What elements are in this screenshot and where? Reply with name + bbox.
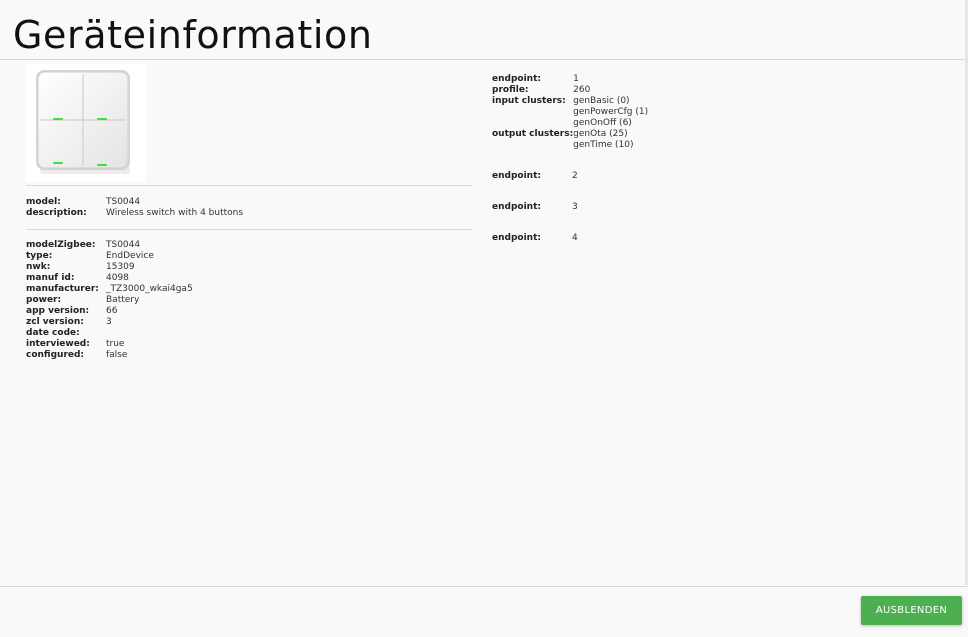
- endpoint-2-table: endpoint: 2: [492, 171, 578, 182]
- table-row: zcl version: 3: [26, 317, 193, 328]
- endpoint-value: 4: [572, 233, 578, 243]
- table-row: manufacturer: _TZ3000_wkai4ga5: [26, 284, 193, 295]
- divider: [26, 185, 472, 186]
- info-key: configured:: [26, 350, 85, 360]
- endpoint-3-table: endpoint: 3: [492, 202, 578, 213]
- endpoint-label: endpoint:: [492, 233, 541, 243]
- model-label: model:: [26, 197, 61, 207]
- endpoint-4-table: endpoint: 4: [492, 233, 578, 244]
- output-cluster: genOta (25): [573, 129, 628, 139]
- endpoint-value: 3: [572, 202, 578, 212]
- input-cluster: genPowerCfg (1): [573, 107, 649, 117]
- four-button-switch-image: [36, 70, 130, 174]
- info-key: app version:: [26, 306, 90, 316]
- table-row: interviewed: true: [26, 339, 193, 350]
- table-row: endpoint: 1: [492, 74, 648, 85]
- table-row: profile: 260: [492, 85, 648, 96]
- info-value: Battery: [106, 295, 140, 305]
- dialog-footer: AUSBLENDEN: [0, 586, 968, 637]
- info-value: false: [106, 350, 128, 360]
- table-row: endpoint: 2: [492, 171, 578, 182]
- info-value: _TZ3000_wkai4ga5: [106, 284, 193, 294]
- table-row: power: Battery: [26, 295, 193, 306]
- table-row: genPowerCfg (1): [492, 107, 648, 118]
- table-row: genOnOff (6): [492, 118, 648, 129]
- info-key: type:: [26, 251, 53, 261]
- hide-button[interactable]: AUSBLENDEN: [861, 596, 962, 625]
- output-cluster: genTime (10): [573, 140, 634, 150]
- table-row: configured: false: [26, 350, 193, 361]
- output-clusters-label: output clusters:: [492, 129, 574, 139]
- endpoint-value: 1: [573, 74, 579, 84]
- info-key: power:: [26, 295, 62, 305]
- profile-label: profile:: [492, 85, 529, 95]
- device-details-table: modelZigbee: TS0044 type: EndDevice nwk: 15…: [26, 240, 193, 361]
- page-title: Geräteinformation: [13, 13, 373, 57]
- info-key: modelZigbee:: [26, 240, 96, 250]
- table-row: output clusters: genOta (25): [492, 129, 648, 140]
- model-link[interactable]: TS0044: [106, 197, 243, 208]
- input-clusters-label: input clusters:: [492, 96, 566, 106]
- table-row: genTime (10): [492, 140, 648, 151]
- endpoint-value: 2: [572, 171, 578, 181]
- description-label: description:: [26, 208, 87, 218]
- info-key: nwk:: [26, 262, 51, 272]
- device-info-panel: model: TS0044 description: Wireless swit…: [26, 64, 472, 361]
- model-table: model: TS0044 description: Wireless swit…: [26, 197, 243, 219]
- device-image: [26, 64, 146, 182]
- endpoint-1-table: endpoint: 1 profile: 260 input clusters: ge…: [492, 74, 648, 151]
- info-key: date code:: [26, 328, 80, 338]
- input-cluster: genOnOff (6): [573, 118, 632, 128]
- info-value: TS0044: [106, 240, 141, 250]
- endpoint-label: endpoint:: [492, 202, 541, 212]
- input-cluster: genBasic (0): [573, 96, 630, 106]
- info-key: manufacturer:: [26, 284, 99, 294]
- description-value: Wireless switch with 4 buttons: [106, 208, 244, 218]
- table-row: modelZigbee: TS0044: [26, 240, 193, 251]
- table-row: nwk: 15309: [26, 262, 193, 273]
- table-row: input clusters: genBasic (0): [492, 96, 648, 107]
- table-row: date code:: [26, 328, 193, 339]
- info-value: 66: [106, 306, 118, 316]
- info-value: EndDevice: [106, 251, 154, 261]
- info-key: zcl version:: [26, 317, 84, 327]
- table-row: type: EndDevice: [26, 251, 193, 262]
- table-row: app version: 66: [26, 306, 193, 317]
- info-value: 15309: [106, 262, 135, 272]
- model-row: model: TS0044: [26, 197, 243, 208]
- info-key: interviewed:: [26, 339, 90, 349]
- profile-value: 260: [573, 85, 591, 95]
- endpoint-label: endpoint:: [492, 171, 541, 181]
- info-key: manuf id:: [26, 273, 75, 283]
- info-value: true: [106, 339, 125, 349]
- description-row: description: Wireless switch with 4 butt…: [26, 208, 243, 219]
- table-row: endpoint: 4: [492, 233, 578, 244]
- table-row: endpoint: 3: [492, 202, 578, 213]
- endpoints-panel: endpoint: 1 profile: 260 input clusters: ge…: [492, 74, 792, 244]
- info-value: 3: [106, 317, 112, 327]
- dialog-header: Geräteinformation: [0, 0, 968, 60]
- endpoint-label: endpoint:: [492, 74, 541, 84]
- divider: [26, 229, 472, 230]
- info-value: [106, 328, 193, 339]
- table-row: manuf id: 4098: [26, 273, 193, 284]
- info-value: 4098: [106, 273, 129, 283]
